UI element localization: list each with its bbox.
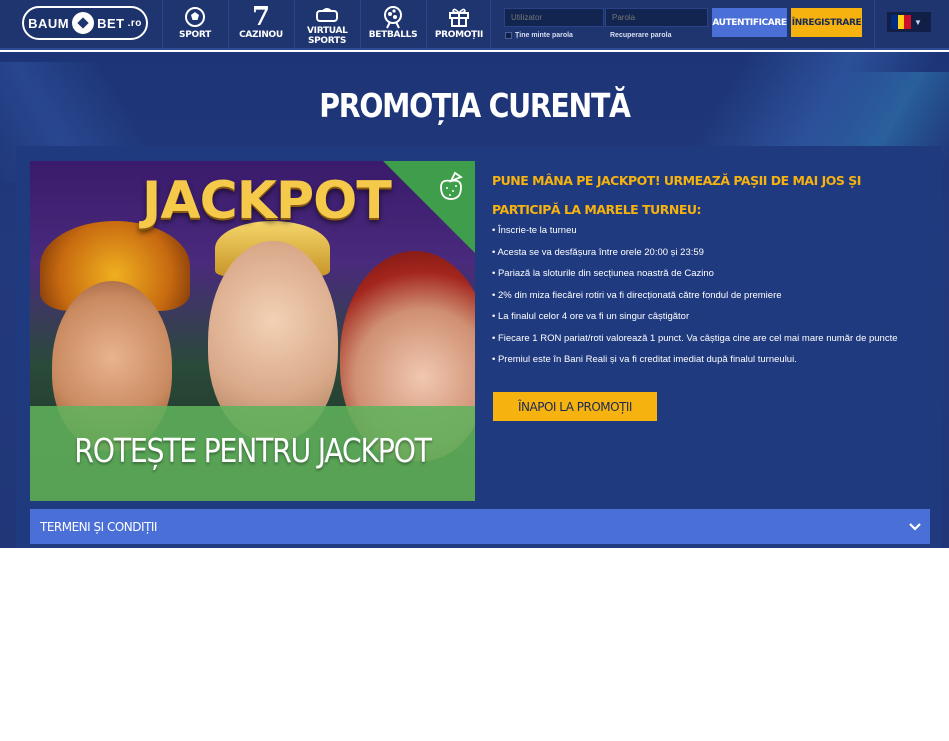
baumbet-logo[interactable]: BAUM BET .ro bbox=[22, 6, 148, 40]
promo-heading: PUNE MÂNA PE JACKPOT! URMEAZĂ PAȘII DE M… bbox=[492, 173, 861, 217]
jackpot-promo-image: JACKPOT ROTEȘTE PENTRU JACKPOT bbox=[30, 161, 475, 501]
chevron-down-icon bbox=[909, 521, 921, 533]
promo-rule-item: Acesta se va desfășura între orele 20:00… bbox=[492, 246, 912, 260]
chevron-down-icon: ▼ bbox=[914, 17, 922, 27]
top-navigation-bar: BAUM BET .ro SPORT 7 CAZINOU VIRTUAL SPO… bbox=[0, 0, 949, 50]
logo-text-bet: BET bbox=[97, 15, 125, 31]
checkbox-box[interactable] bbox=[505, 32, 512, 39]
terms-label: TERMENI ȘI CONDIȚII bbox=[40, 519, 157, 534]
promo-rule-item: Pariază la sloturile din secțiunea noast… bbox=[492, 267, 912, 281]
nav-item-cazinou[interactable]: 7 CAZINOU bbox=[228, 0, 293, 50]
nav-item-sport[interactable]: SPORT bbox=[162, 0, 227, 50]
nav-item-label: SPORT bbox=[179, 30, 211, 40]
nav-item-betballs[interactable]: BETBALLS bbox=[360, 0, 425, 50]
gift-icon bbox=[448, 4, 470, 30]
strawberry-slot-icon bbox=[435, 169, 469, 203]
login-button[interactable]: AUTENTIFICARE bbox=[712, 8, 787, 37]
language-divider bbox=[874, 0, 875, 50]
logo-text-baum: BAUM bbox=[28, 15, 70, 31]
nav-item-label: VIRTUAL SPORTS bbox=[307, 26, 348, 46]
promo-rule-item: Premiul este în Bani Reali și va fi cred… bbox=[492, 353, 912, 367]
promo-rule-item: La finalul celor 4 ore va fi un singur c… bbox=[492, 310, 912, 324]
soccer-ball-logo-icon bbox=[72, 12, 95, 34]
register-button[interactable]: ÎNREGISTRARE bbox=[791, 8, 862, 37]
jackpot-title: JACKPOT bbox=[142, 171, 392, 231]
seven-icon: 7 bbox=[251, 2, 271, 32]
lottery-ball-machine-icon bbox=[382, 4, 404, 30]
back-to-promotions-button[interactable]: ÎNAPOI LA PROMOȚII bbox=[493, 392, 657, 421]
recover-password-link[interactable]: Recuperare parola bbox=[610, 32, 671, 39]
remember-password-checkbox[interactable]: Ține minte parola bbox=[505, 32, 573, 39]
remember-password-label: Ține minte parola bbox=[515, 32, 573, 39]
vr-headset-icon bbox=[315, 4, 339, 26]
nav-item-promotii[interactable]: PROMOȚII bbox=[426, 0, 491, 50]
promo-image-caption: ROTEȘTE PENTRU JACKPOT bbox=[74, 431, 432, 470]
promo-rules-list: Înscrie-te la turneu Acesta se va desfăș… bbox=[492, 224, 912, 375]
password-input[interactable] bbox=[605, 8, 708, 27]
nav-item-label: PROMOȚII bbox=[434, 30, 484, 40]
nav-item-virtual-sports[interactable]: VIRTUAL SPORTS bbox=[294, 0, 359, 50]
soccer-ball-icon bbox=[184, 4, 206, 30]
promo-rule-item: 2% din miza fiecărei rotiri va fi direcț… bbox=[492, 289, 912, 303]
logo-text-suffix: .ro bbox=[127, 17, 142, 29]
username-input[interactable] bbox=[504, 8, 604, 27]
page-title: PROMOȚIA CURENTĂ bbox=[319, 86, 631, 125]
nav-divider bbox=[490, 0, 491, 50]
promo-rule-item: Înscrie-te la turneu bbox=[492, 224, 912, 238]
nav-item-label: CAZINOU bbox=[239, 30, 283, 40]
language-selector[interactable]: ▼ bbox=[887, 12, 931, 32]
romania-flag-icon bbox=[891, 15, 912, 29]
nav-item-label: BETBALLS bbox=[368, 30, 418, 40]
terms-and-conditions-accordion[interactable]: TERMENI ȘI CONDIȚII bbox=[30, 509, 930, 544]
promo-rule-item: Fiecare 1 RON pariat/roti valorează 1 pu… bbox=[492, 332, 912, 346]
